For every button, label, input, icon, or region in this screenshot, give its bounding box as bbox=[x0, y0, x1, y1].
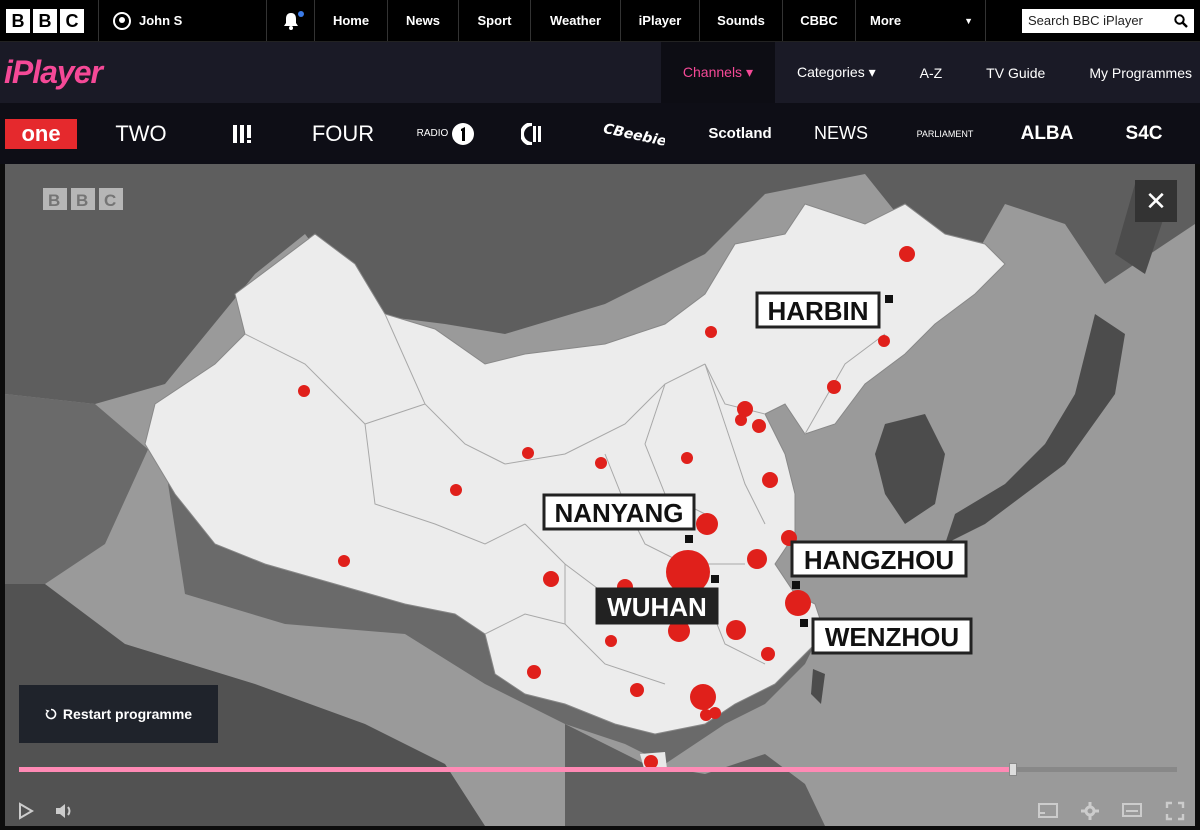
city-label-harbin: HARBIN bbox=[755, 291, 881, 329]
channel-bbc-two[interactable]: TWO bbox=[82, 103, 200, 164]
nav-more-label: More bbox=[870, 13, 902, 28]
city-label-wenzhou: WENZHOU bbox=[811, 617, 973, 655]
channel-bbc-alba[interactable]: ALBA bbox=[994, 103, 1100, 164]
user-icon bbox=[113, 11, 131, 30]
channel-label: one bbox=[5, 118, 77, 149]
iplayer-nav: Channels ▾ Categories ▾ A-Z TV Guide My … bbox=[660, 42, 1200, 103]
channel-radio-1[interactable]: RADIO bbox=[400, 103, 492, 164]
svg-text:HANGZHOU: HANGZHOU bbox=[804, 545, 954, 575]
channel-label: FOUR bbox=[311, 120, 375, 146]
bbc-three-logo-icon bbox=[233, 124, 251, 143]
nav-categories[interactable]: Categories ▾ bbox=[775, 42, 898, 103]
svg-text:CBeebies: CBeebies bbox=[602, 120, 665, 148]
nav-channels[interactable]: Channels ▾ bbox=[660, 42, 775, 103]
channel-label: Scotland bbox=[708, 125, 772, 142]
svg-text:WUHAN: WUHAN bbox=[607, 592, 707, 622]
channel-bbc-news[interactable]: NEWS bbox=[786, 103, 896, 164]
nav-more[interactable]: More ▼ bbox=[856, 0, 986, 41]
search-box bbox=[1022, 8, 1194, 33]
channel-s4c[interactable]: S4C bbox=[1100, 103, 1188, 164]
svg-text:C: C bbox=[104, 191, 116, 210]
cast-icon[interactable] bbox=[1037, 802, 1059, 820]
video-player[interactable]: B B C HARBIN NANYANG HANGZHOU WUHAN WENZ… bbox=[5, 164, 1195, 826]
settings-gear-icon[interactable] bbox=[1081, 802, 1099, 820]
channel-label: TWO bbox=[115, 120, 167, 146]
bell-icon bbox=[283, 12, 298, 30]
search-input[interactable] bbox=[1028, 13, 1168, 28]
progress-fill bbox=[19, 767, 1013, 772]
nav-sport[interactable]: Sport bbox=[459, 0, 531, 41]
notification-dot bbox=[298, 11, 304, 17]
channel-bbc-scotland[interactable]: Scotland bbox=[694, 103, 786, 164]
play-icon[interactable] bbox=[15, 801, 35, 821]
bbc-logo-letter: B bbox=[33, 8, 57, 33]
bbc-logo-letter: C bbox=[60, 8, 84, 33]
svg-text:HARBIN: HARBIN bbox=[767, 296, 868, 326]
channel-label: RADIO bbox=[416, 128, 449, 139]
account-link[interactable]: John S bbox=[99, 0, 267, 41]
svg-text:B: B bbox=[76, 191, 88, 210]
close-button[interactable]: ✕ bbox=[1135, 180, 1177, 222]
channel-label: S4C bbox=[1125, 122, 1163, 144]
nav-home[interactable]: Home bbox=[315, 0, 388, 41]
bbc-global-nav: B B C John S Home News Sport Weather iPl… bbox=[0, 0, 1200, 42]
nav-tv-guide[interactable]: TV Guide bbox=[964, 42, 1067, 103]
cbbc-logo-icon bbox=[521, 122, 541, 145]
bbc-logo-letter: B bbox=[6, 8, 30, 33]
subtitles-icon[interactable] bbox=[1121, 802, 1143, 820]
account-name: John S bbox=[139, 13, 183, 28]
channel-bbc-parliament[interactable]: PARLIAMENT bbox=[896, 103, 994, 164]
cbeebies-logo-icon: CBeebies bbox=[602, 120, 665, 148]
nav-cbbc[interactable]: CBBC bbox=[783, 0, 856, 41]
channel-bbc-four[interactable]: FOUR bbox=[286, 103, 400, 164]
restart-icon bbox=[45, 708, 57, 720]
notifications-button[interactable] bbox=[267, 0, 315, 41]
nav-a-z[interactable]: A-Z bbox=[898, 42, 965, 103]
progress-bar[interactable] bbox=[19, 763, 1177, 776]
channel-cbeebies[interactable]: CBeebies bbox=[572, 103, 694, 164]
player-controls bbox=[5, 796, 1195, 826]
search-area bbox=[1014, 0, 1200, 41]
channel-label: PARLIAMENT bbox=[916, 128, 974, 139]
nav-sounds[interactable]: Sounds bbox=[700, 0, 783, 41]
svg-text:NANYANG: NANYANG bbox=[554, 498, 683, 528]
close-icon: ✕ bbox=[1145, 185, 1167, 216]
nav-weather[interactable]: Weather bbox=[531, 0, 621, 41]
channel-bbc-one[interactable]: one bbox=[0, 103, 82, 164]
fullscreen-icon[interactable] bbox=[1165, 801, 1185, 821]
city-label-wuhan: WUHAN bbox=[595, 587, 719, 625]
nav-iplayer[interactable]: iPlayer bbox=[621, 0, 700, 41]
bbc-logo[interactable]: B B C bbox=[0, 0, 99, 41]
city-label-hangzhou: HANGZHOU bbox=[790, 540, 968, 578]
bbc-watermark: B B C bbox=[43, 188, 123, 210]
channel-bar: one TWO FOUR RADIO CBeebies Scotland NEW… bbox=[0, 103, 1200, 164]
nav-news[interactable]: News bbox=[388, 0, 459, 41]
restart-programme-button[interactable]: Restart programme bbox=[19, 685, 218, 743]
city-label-nanyang: NANYANG bbox=[542, 493, 696, 531]
caret-down-icon: ▼ bbox=[964, 15, 973, 26]
search-icon[interactable] bbox=[1174, 13, 1188, 28]
channel-label: NEWS bbox=[814, 123, 868, 143]
channel-cbbc[interactable] bbox=[492, 103, 572, 164]
svg-text:WENZHOU: WENZHOU bbox=[825, 622, 959, 652]
iplayer-logo[interactable]: iPlayer bbox=[0, 54, 103, 91]
svg-text:B: B bbox=[48, 191, 60, 210]
channel-label: ALBA bbox=[1020, 122, 1074, 144]
restart-label: Restart programme bbox=[62, 706, 193, 722]
nav-my-programmes[interactable]: My Programmes bbox=[1067, 42, 1200, 103]
channel-bbc-three[interactable] bbox=[200, 103, 286, 164]
volume-icon[interactable] bbox=[53, 801, 77, 821]
progress-handle[interactable] bbox=[1008, 763, 1017, 776]
iplayer-header: iPlayer Channels ▾ Categories ▾ A-Z TV G… bbox=[0, 42, 1200, 103]
global-nav-links: Home News Sport Weather iPlayer Sounds C… bbox=[315, 0, 986, 41]
radio-1-logo-icon bbox=[452, 122, 475, 145]
